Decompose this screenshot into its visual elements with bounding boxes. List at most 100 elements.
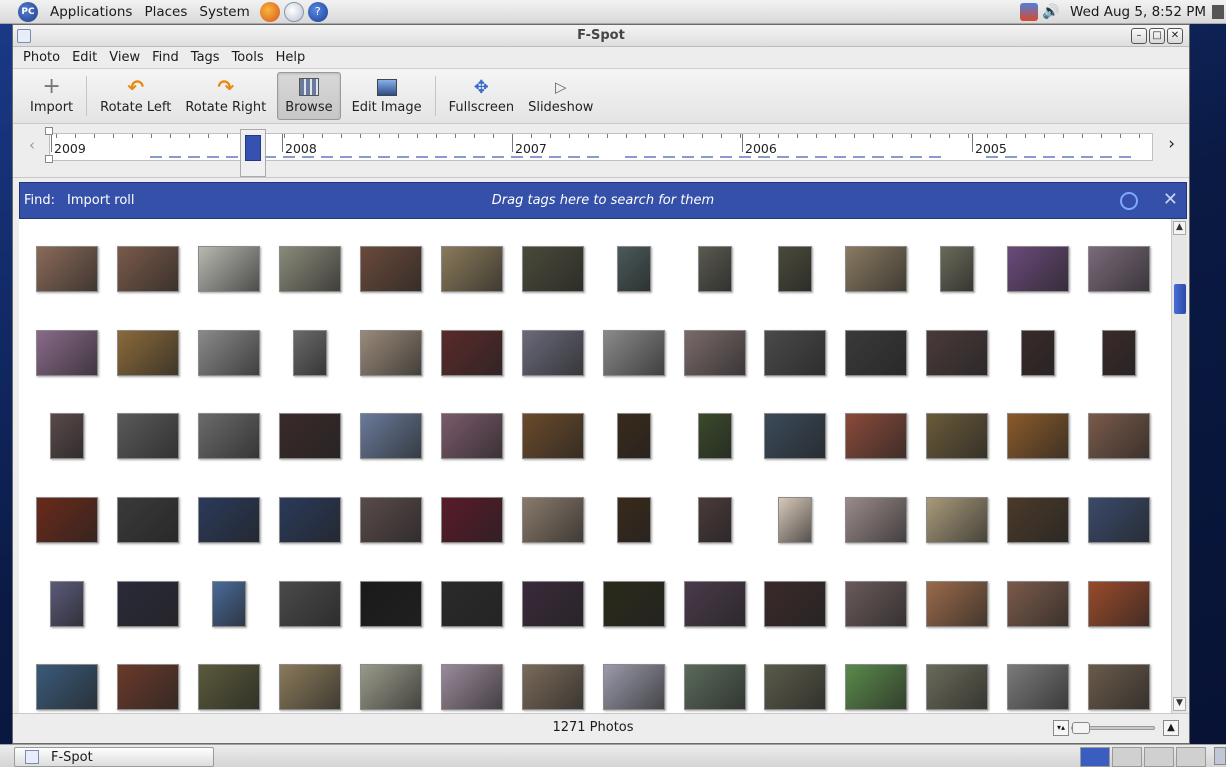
timeline-range-start-handle[interactable]: [45, 127, 53, 135]
photo-thumbnail[interactable]: [1007, 664, 1070, 711]
photo-thumbnail[interactable]: [845, 245, 908, 292]
photo-cell[interactable]: [674, 227, 755, 311]
photo-thumbnail[interactable]: [440, 580, 503, 627]
timeline-year-2006[interactable]: 2006: [745, 141, 777, 156]
photo-cell[interactable]: [755, 394, 836, 478]
zoom-out-icon[interactable]: ▾▴: [1053, 720, 1069, 736]
fullscreen-button[interactable]: ✥ Fullscreen: [442, 72, 521, 120]
photo-thumbnail[interactable]: [198, 496, 261, 543]
find-bar[interactable]: Find: Import roll Drag tags here to sear…: [19, 182, 1187, 219]
timeline-range-end-handle[interactable]: [45, 155, 53, 163]
photo-thumbnail[interactable]: [360, 496, 422, 543]
photo-cell[interactable]: [1079, 645, 1160, 713]
photo-thumbnail[interactable]: [683, 580, 746, 627]
menu-edit[interactable]: Edit: [66, 50, 103, 65]
photo-thumbnail[interactable]: [1088, 496, 1151, 543]
photo-thumbnail[interactable]: [778, 245, 813, 292]
photo-cell[interactable]: [108, 562, 189, 646]
photo-cell[interactable]: [1079, 311, 1160, 395]
photo-thumbnail[interactable]: [602, 329, 665, 376]
photo-cell[interactable]: [108, 394, 189, 478]
photo-cell[interactable]: [108, 311, 189, 395]
photo-cell[interactable]: [27, 311, 108, 395]
window-menu-icon[interactable]: [17, 29, 31, 43]
photo-thumbnail[interactable]: [1088, 245, 1151, 292]
photo-cell[interactable]: [351, 227, 432, 311]
rotate-right-button[interactable]: ↷ Rotate Right: [178, 72, 273, 120]
photo-thumbnail[interactable]: [1088, 664, 1151, 711]
photo-thumbnail[interactable]: [940, 245, 975, 292]
mail-launcher-icon[interactable]: [283, 1, 304, 22]
photo-thumbnail[interactable]: [926, 496, 989, 543]
timeline-forward-arrow-icon[interactable]: ›: [1168, 134, 1175, 154]
workspace-4[interactable]: [1176, 747, 1206, 767]
photo-thumbnail[interactable]: [279, 664, 342, 711]
photo-thumbnail[interactable]: [845, 664, 908, 711]
update-notifier-icon[interactable]: [1020, 3, 1039, 21]
photo-cell[interactable]: [512, 394, 593, 478]
window-titlebar[interactable]: F-Spot – □ ✕: [13, 25, 1189, 47]
distro-logo-icon[interactable]: PC: [18, 1, 38, 22]
photo-thumbnail[interactable]: [616, 245, 651, 292]
photo-cell[interactable]: [108, 478, 189, 562]
photo-cell[interactable]: [755, 562, 836, 646]
photo-cell[interactable]: [593, 478, 674, 562]
photo-thumbnail[interactable]: [1007, 580, 1070, 627]
photo-thumbnail[interactable]: [440, 413, 503, 460]
photo-cell[interactable]: [512, 311, 593, 395]
photo-cell[interactable]: [351, 645, 432, 713]
menu-photo[interactable]: Photo: [17, 50, 66, 65]
menu-tools[interactable]: Tools: [226, 50, 270, 65]
photo-cell[interactable]: [917, 478, 998, 562]
photo-thumbnail[interactable]: [778, 496, 813, 543]
photo-cell[interactable]: [593, 394, 674, 478]
photo-thumbnail[interactable]: [36, 245, 99, 292]
photo-thumbnail[interactable]: [697, 413, 732, 460]
rotate-left-button[interactable]: ↶ Rotate Left: [93, 72, 178, 120]
photo-thumbnail[interactable]: [117, 664, 180, 711]
scroll-up-icon[interactable]: ▲: [1173, 221, 1186, 235]
photo-cell[interactable]: [351, 311, 432, 395]
photo-thumbnail[interactable]: [279, 580, 342, 627]
photo-cell[interactable]: [836, 394, 917, 478]
photo-cell[interactable]: [431, 227, 512, 311]
taskbar-item-fspot[interactable]: F-Spot: [14, 747, 214, 767]
close-find-icon[interactable]: ✕: [1163, 189, 1178, 210]
zoom-in-icon[interactable]: ▲: [1163, 720, 1179, 736]
photo-thumbnail[interactable]: [440, 245, 503, 292]
import-button[interactable]: + Import: [23, 72, 80, 120]
photo-cell[interactable]: [836, 227, 917, 311]
photo-cell[interactable]: [917, 562, 998, 646]
photo-thumbnail[interactable]: [50, 413, 85, 460]
timeline[interactable]: ‹ 2009 2008 2007 2006 2005 ›: [13, 124, 1189, 178]
photo-thumbnail[interactable]: [521, 496, 584, 543]
photo-cell[interactable]: [270, 227, 351, 311]
photo-thumbnail[interactable]: [117, 245, 180, 292]
photo-cell[interactable]: [1079, 394, 1160, 478]
timeline-year-2005[interactable]: 2005: [975, 141, 1007, 156]
timeline-year-2008[interactable]: 2008: [285, 141, 317, 156]
photo-cell[interactable]: [27, 394, 108, 478]
photo-cell[interactable]: [998, 394, 1079, 478]
photo-thumbnail[interactable]: [616, 413, 651, 460]
photo-cell[interactable]: [917, 645, 998, 713]
photo-thumbnail[interactable]: [360, 413, 422, 460]
photo-thumbnail[interactable]: [764, 664, 827, 711]
photo-cell[interactable]: [1079, 562, 1160, 646]
photo-cell[interactable]: [270, 394, 351, 478]
photo-thumbnail[interactable]: [279, 496, 342, 543]
photo-cell[interactable]: [27, 645, 108, 713]
refresh-icon[interactable]: [1120, 192, 1138, 210]
photo-thumbnail[interactable]: [198, 664, 261, 711]
photo-cell[interactable]: [917, 227, 998, 311]
photo-thumbnail[interactable]: [212, 580, 247, 627]
workspace-1[interactable]: [1080, 747, 1110, 767]
photo-thumbnail[interactable]: [845, 329, 908, 376]
timeline-year-2007[interactable]: 2007: [515, 141, 547, 156]
photo-cell[interactable]: [512, 227, 593, 311]
photo-cell[interactable]: [674, 311, 755, 395]
photo-thumbnail[interactable]: [440, 496, 503, 543]
timeline-back-arrow-icon[interactable]: ‹: [29, 136, 35, 154]
photo-thumbnail[interactable]: [764, 413, 827, 460]
photo-thumbnail[interactable]: [50, 580, 85, 627]
